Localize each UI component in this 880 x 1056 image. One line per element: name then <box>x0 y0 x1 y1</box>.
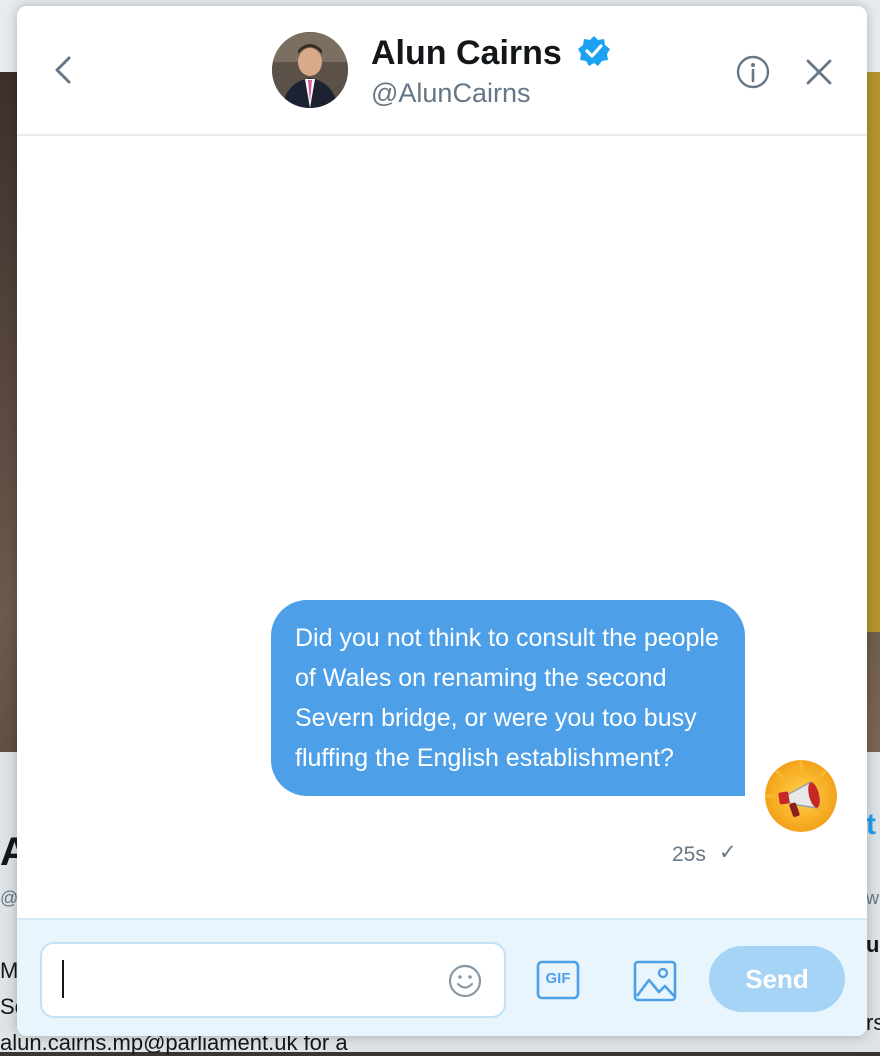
background-photo-edge <box>866 72 880 632</box>
background-right-fragment-4: rs <box>866 1010 880 1035</box>
avatar[interactable] <box>272 32 348 108</box>
conversation-display-name[interactable]: Alun Cairns <box>371 34 562 73</box>
background-right-fragment-1: t <box>866 808 876 841</box>
gif-button[interactable]: GIF <box>536 960 580 1000</box>
image-button[interactable] <box>633 960 677 1002</box>
message-sent-check-icon: ✓ <box>719 841 737 864</box>
direct-message-dialog: Alun Cairns @AlunCairns Did you not thin… <box>17 6 867 1036</box>
emoji-icon <box>448 964 482 998</box>
background-bio-line-1: M <box>0 958 19 983</box>
message-timestamp: 25s <box>672 843 706 866</box>
message-list[interactable]: Did you not think to consult the people … <box>17 136 867 918</box>
background-right-fragment-3: u <box>866 932 880 957</box>
message-composer: GIF Send <box>17 918 867 1036</box>
profile-photo <box>272 32 348 108</box>
emoji-button[interactable] <box>446 962 484 1000</box>
gif-label: GIF <box>545 970 571 987</box>
background-right-fragment-2: w <box>866 888 879 908</box>
back-button[interactable] <box>45 50 85 90</box>
text-caret <box>62 960 64 998</box>
chevron-left-icon <box>55 56 71 84</box>
close-button[interactable] <box>803 56 835 88</box>
image-icon <box>633 960 677 1002</box>
verified-badge-icon <box>577 34 611 68</box>
sent-message-bubble[interactable]: Did you not think to consult the people … <box>271 600 745 796</box>
conversation-handle: @AlunCairns <box>371 78 531 108</box>
info-icon <box>736 55 770 89</box>
megaphone-icon <box>765 760 837 832</box>
close-icon <box>806 59 832 85</box>
info-button[interactable] <box>735 54 771 90</box>
sender-avatar[interactable] <box>765 760 837 832</box>
message-input[interactable] <box>40 942 506 1018</box>
send-button[interactable]: Send <box>709 946 845 1012</box>
conversation-header: Alun Cairns @AlunCairns <box>17 6 867 136</box>
